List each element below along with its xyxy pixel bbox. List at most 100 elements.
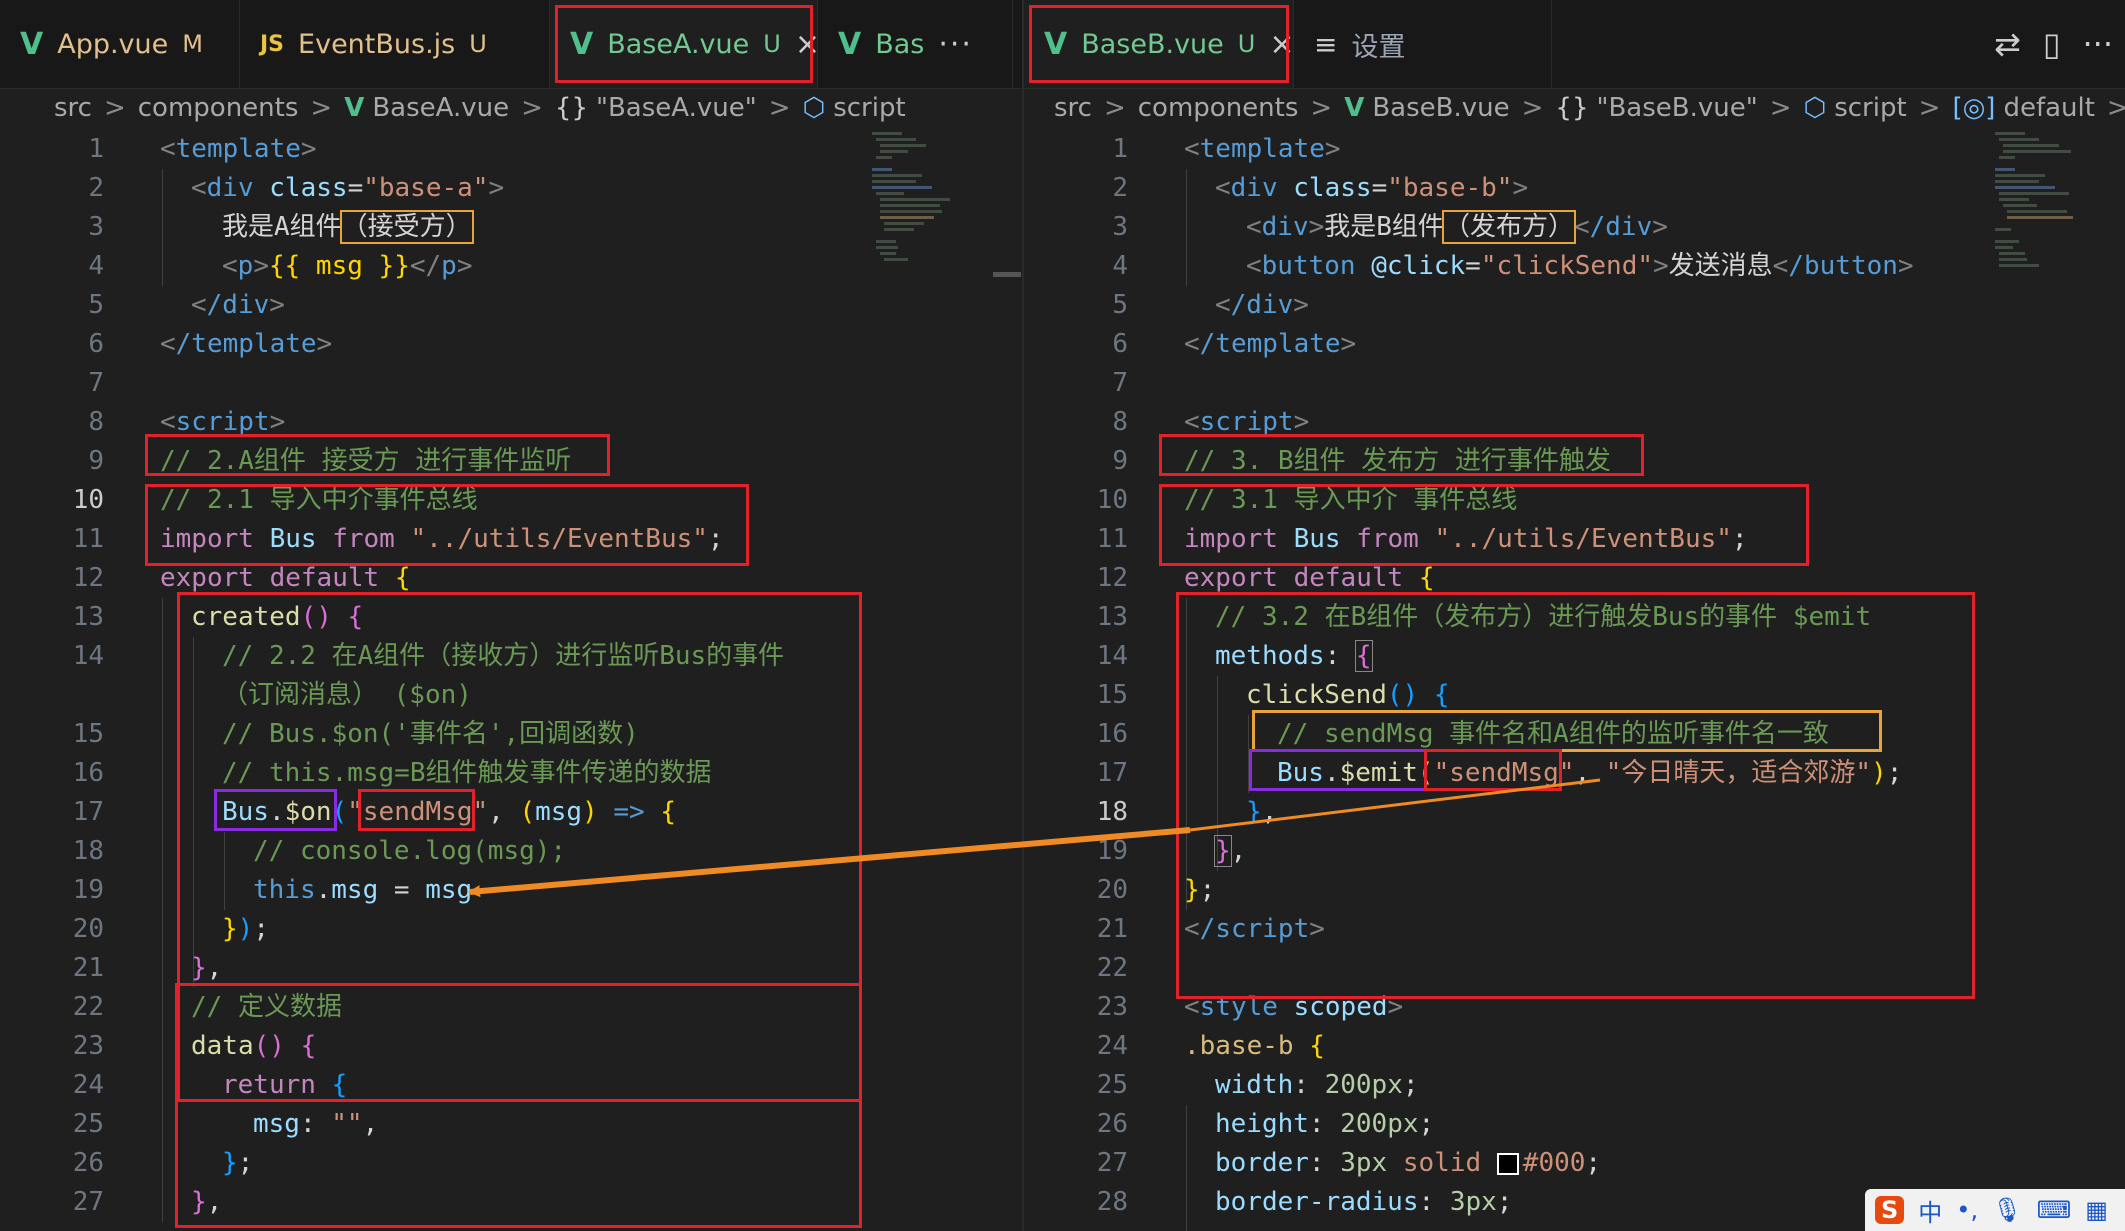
line-number: 14 bbox=[1096, 641, 1128, 671]
more-actions-icon[interactable]: ··· bbox=[2082, 25, 2113, 63]
code-line: }; bbox=[222, 1148, 254, 1178]
sogou-ime-icon[interactable]: S bbox=[1875, 1196, 1905, 1224]
code-line: created() { bbox=[191, 602, 364, 632]
line-number: 26 bbox=[72, 1148, 104, 1178]
code-line: data() { bbox=[191, 1031, 317, 1061]
breadcrumb-src[interactable]: src bbox=[1054, 93, 1092, 123]
code-line: }; bbox=[1184, 875, 1216, 905]
toolbox-icon[interactable]: ▦ bbox=[2085, 1196, 2108, 1224]
close-icon[interactable]: × bbox=[1269, 27, 1293, 62]
tab-label: EventBus.js bbox=[298, 28, 456, 60]
breadcrumb-components[interactable]: components bbox=[138, 93, 299, 123]
code-line: <template> bbox=[1184, 134, 1341, 164]
compare-changes-icon[interactable]: ⇄ bbox=[1994, 25, 2021, 63]
code-line: 我是A组件（接受方） bbox=[222, 210, 474, 244]
right-editor[interactable]: 1 2 3 4 5 6 7 8 9 10 11 12 13 14 15 16 1… bbox=[1024, 128, 2125, 1231]
line-number: 18 bbox=[72, 836, 104, 866]
code-line: }, bbox=[1246, 797, 1278, 827]
tab-eventbus-js[interactable]: JS EventBus.js U bbox=[240, 0, 550, 88]
tab-label: BaseA.vue bbox=[607, 28, 750, 60]
code-line: <template> bbox=[160, 134, 317, 164]
left-editor[interactable]: 1 2 3 4 5 6 7 8 9 10 11 12 13 14 15 16 1… bbox=[0, 128, 1022, 1231]
code-line: export default { bbox=[160, 563, 411, 593]
line-number: 20 bbox=[72, 914, 104, 944]
right-code[interactable]: <template> <div class="base-b"> <div>我是B… bbox=[1184, 128, 2125, 1231]
line-number: 9 bbox=[1112, 446, 1128, 476]
line-number: 15 bbox=[1096, 680, 1128, 710]
code-line: msg: "", bbox=[253, 1109, 379, 1139]
punctuation-icon[interactable]: •, bbox=[1956, 1196, 1978, 1224]
vue-file-icon: V bbox=[838, 26, 862, 62]
line-number: 20 bbox=[1096, 875, 1128, 905]
breadcrumb-module[interactable]: "BaseB.vue" bbox=[1597, 93, 1758, 123]
more-tabs-icon[interactable]: ··· bbox=[938, 27, 973, 62]
tab-settings[interactable]: ≡ 设置 bbox=[1294, 0, 1552, 88]
vue-file-icon: V bbox=[570, 26, 594, 62]
line-number: 11 bbox=[72, 524, 104, 554]
line-number-current: 10 bbox=[72, 485, 104, 515]
tab-app-vue[interactable]: V App.vue M bbox=[0, 0, 240, 88]
line-number: 13 bbox=[1096, 602, 1128, 632]
close-icon[interactable]: × bbox=[795, 27, 817, 62]
line-number: 5 bbox=[1112, 290, 1128, 320]
breadcrumb-module[interactable]: "BaseA.vue" bbox=[596, 93, 757, 123]
code-line: width: 200px; bbox=[1215, 1070, 1419, 1100]
minimap[interactable] bbox=[1995, 128, 2085, 298]
code-line: }, bbox=[191, 953, 223, 983]
code-line: .base-b { bbox=[1184, 1031, 1325, 1061]
line-number: 2 bbox=[1112, 173, 1128, 203]
split-editor-icon[interactable]: ▯ bbox=[2043, 25, 2061, 63]
tab-basea-vue[interactable]: V BaseA.vue U × bbox=[550, 0, 818, 88]
editor-actions: ⇄ ▯ ··· bbox=[1994, 0, 2125, 88]
code-line: // Bus.$on('事件名',回调函数) bbox=[222, 719, 639, 749]
code-line: this.msg = msg bbox=[253, 875, 473, 905]
line-number: 23 bbox=[1096, 992, 1128, 1022]
js-file-icon: JS bbox=[260, 31, 285, 57]
chevron-right-icon: > bbox=[310, 93, 333, 123]
breadcrumb-src[interactable]: src bbox=[54, 93, 92, 123]
code-line: </script> bbox=[1184, 914, 1325, 944]
line-number-current: 18 bbox=[1096, 797, 1128, 827]
breadcrumb-file[interactable]: BaseA.vue bbox=[372, 93, 509, 123]
code-line: // 3.1 导入中介 事件总线 bbox=[1184, 485, 1518, 515]
chevron-right-icon: > bbox=[1521, 93, 1544, 123]
code-line: import Bus from "../utils/EventBus"; bbox=[1184, 524, 1748, 554]
code-line: </div> bbox=[1215, 290, 1309, 320]
tab-basb-truncated[interactable]: V Bas ··· bbox=[818, 0, 1013, 88]
scrollbar-thumb[interactable] bbox=[993, 272, 1021, 277]
code-line: <div>我是B组件（发布方）</div> bbox=[1246, 210, 1668, 244]
ime-mode-label[interactable]: 中 bbox=[1918, 1193, 1942, 1228]
code-line: }); bbox=[222, 914, 269, 944]
code-line: <p>{{ msg }}</p> bbox=[222, 251, 473, 281]
breadcrumb-components[interactable]: components bbox=[1138, 93, 1299, 123]
line-number: 8 bbox=[88, 407, 104, 437]
code-line: // 3. B组件 发布方 进行事件触发 bbox=[1184, 446, 1611, 476]
system-tray: S 中 •, 🎙 ⌨ ▦ bbox=[1865, 1189, 2125, 1231]
line-number: 28 bbox=[1096, 1187, 1128, 1217]
breadcrumb-default[interactable]: default bbox=[2003, 93, 2094, 123]
minimap[interactable] bbox=[872, 128, 962, 298]
line-number: 15 bbox=[72, 719, 104, 749]
code-line: Bus.$on("sendMsg", (msg) => { bbox=[222, 797, 677, 827]
tab-label: 设置 bbox=[1351, 31, 1406, 63]
line-number: 17 bbox=[1096, 758, 1128, 788]
code-line: border-radius: 3px; bbox=[1215, 1187, 1513, 1217]
keyboard-icon[interactable]: ⌨ bbox=[2037, 1196, 2072, 1224]
breadcrumb-script[interactable]: script bbox=[1834, 93, 1906, 123]
microphone-icon[interactable]: 🎙 bbox=[1992, 1196, 2022, 1224]
code-line: <script> bbox=[160, 407, 286, 437]
line-number: 2 bbox=[88, 173, 104, 203]
cube-icon: ⬡ bbox=[802, 93, 826, 123]
code-line: <div class="base-b"> bbox=[1215, 173, 1529, 203]
line-number: 10 bbox=[1096, 485, 1128, 515]
breadcrumb-script[interactable]: script bbox=[833, 93, 905, 123]
color-swatch[interactable] bbox=[1496, 1152, 1519, 1175]
breadcrumb-file[interactable]: BaseB.vue bbox=[1372, 93, 1509, 123]
chevron-right-icon: > bbox=[768, 93, 791, 123]
code-line: <style scoped> bbox=[1184, 992, 1404, 1022]
line-number: 1 bbox=[88, 134, 104, 164]
tab-baseb-vue[interactable]: V BaseB.vue U × bbox=[1024, 0, 1294, 88]
line-number: 7 bbox=[88, 368, 104, 398]
code-line: // 2.A组件 接受方 进行事件监听 bbox=[160, 446, 572, 476]
code-line: }, bbox=[191, 1187, 223, 1217]
